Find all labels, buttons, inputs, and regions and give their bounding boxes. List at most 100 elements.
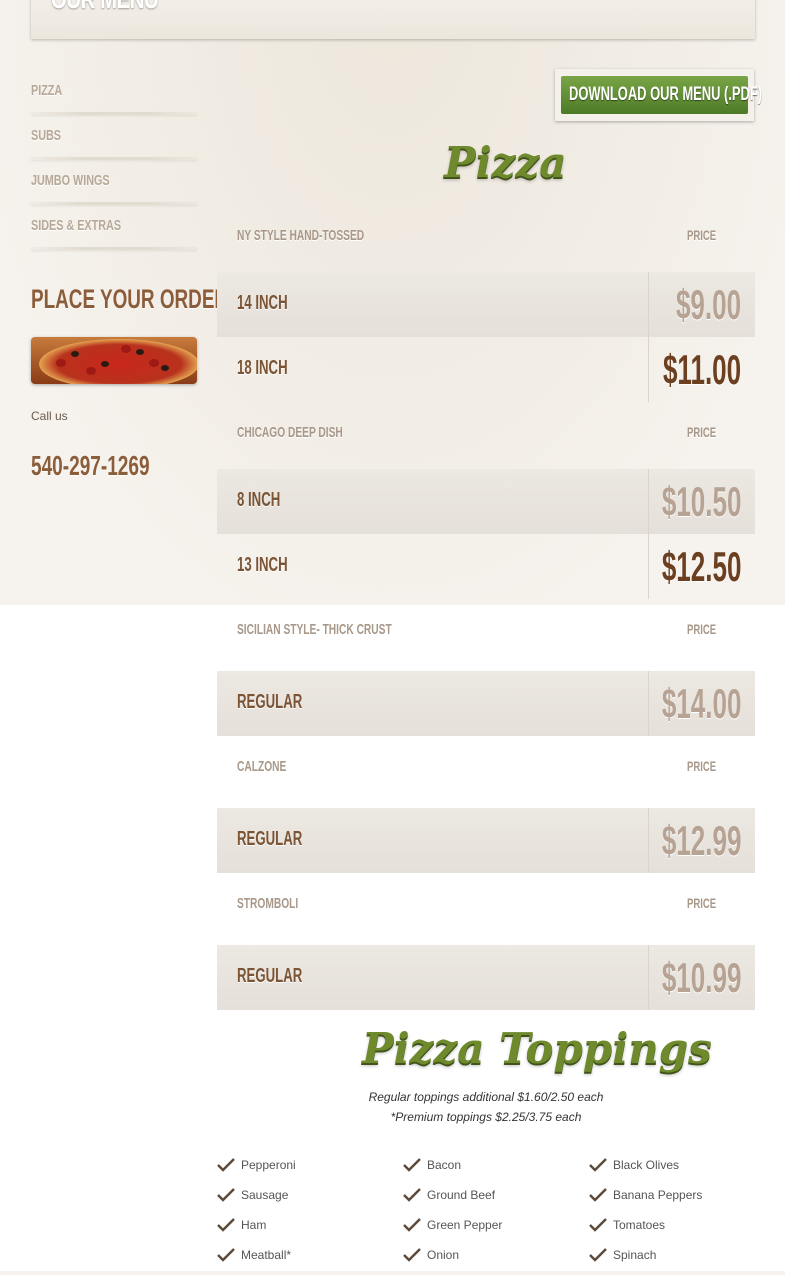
olive [161, 365, 169, 371]
page-header: OUR MENU [31, 0, 755, 39]
olive [101, 361, 109, 367]
menu-row: REGULAR $14.00 [217, 671, 755, 736]
list-item: Ham [217, 1215, 403, 1245]
sidebar-item-pizza[interactable]: PIZZA [31, 70, 197, 115]
toppings-title: Pizza Toppings [362, 1024, 712, 1073]
toppings-note-regular: Regular toppings additional $1.60/2.50 e… [368, 1090, 604, 1104]
toppings-column: Pepperoni Sausage Ham Meatball* [217, 1155, 403, 1275]
sidebar-item-subs[interactable]: SUBS [31, 115, 197, 160]
checkmark-icon [217, 1218, 235, 1232]
menu-row: 8 INCH $10.50 [217, 469, 755, 534]
download-button-frame: DOWNLOAD OUR MENU (.PDF) [555, 69, 762, 121]
topping-name: Green Pepper [427, 1218, 503, 1232]
column-divider [648, 534, 649, 599]
section-name: STROMBOLI [237, 895, 299, 912]
sidebar-item-label: JUMBO WINGS [31, 172, 110, 189]
phone-number[interactable]: 540-297-1269 [31, 450, 150, 482]
list-item: Sausage [217, 1185, 403, 1215]
place-order-heading: PLACE YOUR ORDER [31, 284, 229, 314]
divider [31, 247, 197, 250]
checkmark-icon [589, 1248, 607, 1262]
sidebar-item-label: PIZZA [31, 82, 63, 99]
menu-row: 18 INCH $11.00 [217, 337, 755, 402]
checkmark-icon [403, 1218, 421, 1232]
menu-row: REGULAR $10.99 [217, 945, 755, 1010]
sidebar-item-label: SUBS [31, 127, 62, 144]
toppings-column: Black Olives Banana Peppers Tomatoes Spi… [589, 1155, 775, 1275]
item-size: 8 INCH [237, 489, 281, 511]
section-header: STROMBOLI PRICE [217, 873, 755, 945]
topping-name: Black Olives [613, 1158, 680, 1172]
sidebar-item-label: SIDES & EXTRAS [31, 217, 122, 234]
item-size: 13 INCH [237, 554, 288, 576]
call-us-label: Call us [31, 409, 68, 423]
price-column-label: PRICE [687, 895, 717, 911]
section-header: CHICAGO DEEP DISH PRICE [217, 402, 755, 469]
download-menu-label: DOWNLOAD OUR MENU (.PDF) [569, 84, 763, 105]
topping-name: Pepperoni [241, 1158, 296, 1172]
topping-name: Ground Beef [427, 1188, 496, 1202]
list-item: Pepperoni [217, 1155, 403, 1185]
checkmark-icon [589, 1218, 607, 1232]
toppings-column: Bacon Ground Beef Green Pepper Onion [403, 1155, 589, 1275]
column-divider [648, 337, 649, 402]
topping-name: Ham [241, 1218, 267, 1232]
section-name: CALZONE [237, 758, 287, 775]
column-divider [648, 469, 649, 534]
topping-name: Onion [427, 1248, 460, 1262]
section-header: NY STYLE HAND-TOSSED PRICE [217, 205, 755, 272]
list-item: Black Olives [589, 1155, 775, 1185]
price-column-label: PRICE [687, 227, 717, 243]
sidebar-nav: PIZZA SUBS JUMBO WINGS SIDES & EXTRAS [31, 70, 197, 250]
topping-name: Meatball* [241, 1248, 292, 1262]
section-header: SICILIAN STYLE- THICK CRUST PRICE [217, 599, 755, 671]
pepperoni [56, 359, 66, 367]
topping-name: Spinach [613, 1248, 657, 1262]
price-column-label: PRICE [687, 758, 717, 774]
checkmark-icon [589, 1188, 607, 1202]
download-menu-button[interactable]: DOWNLOAD OUR MENU (.PDF) [561, 76, 762, 114]
page-title: OUR MENU [51, 0, 159, 15]
list-item: Ground Beef [403, 1185, 589, 1215]
item-price: $14.00 [661, 680, 741, 727]
item-price: $10.99 [661, 954, 741, 1001]
item-price: $11.00 [662, 346, 741, 393]
pepperoni [86, 367, 96, 375]
checkmark-icon [403, 1188, 421, 1202]
checkmark-icon [589, 1158, 607, 1172]
pizza-image[interactable] [31, 337, 197, 384]
column-divider [648, 671, 649, 736]
list-item: Banana Peppers [589, 1185, 775, 1215]
menu-row: 14 INCH $9.00 [217, 272, 755, 337]
item-price: $12.50 [661, 543, 741, 590]
list-item: Bacon [403, 1155, 589, 1185]
item-size: REGULAR [237, 965, 303, 987]
topping-name: Tomatoes [613, 1218, 666, 1232]
item-price: $10.50 [661, 478, 741, 525]
toppings-note-premium: *Premium toppings $2.25/3.75 each [390, 1110, 582, 1124]
item-price: $9.00 [675, 281, 741, 328]
pizza-menu-table: NY STYLE HAND-TOSSED PRICE 14 INCH $9.00… [217, 205, 755, 1010]
list-item: Tomatoes [589, 1215, 775, 1245]
topping-name: Banana Peppers [613, 1188, 703, 1202]
checkmark-icon [403, 1248, 421, 1262]
item-size: 14 INCH [237, 292, 288, 314]
item-size: 18 INCH [237, 357, 288, 379]
column-divider [648, 272, 649, 337]
topping-name: Bacon [427, 1158, 462, 1172]
checkmark-icon [217, 1158, 235, 1172]
column-divider [648, 808, 649, 873]
pizza-section-title: Pizza [444, 138, 567, 187]
checkmark-icon [217, 1188, 235, 1202]
sidebar-item-jumbo-wings[interactable]: JUMBO WINGS [31, 160, 197, 205]
olive [136, 349, 144, 355]
price-column-label: PRICE [687, 621, 717, 637]
olive [71, 351, 79, 357]
item-size: REGULAR [237, 691, 303, 713]
sidebar-item-sides-extras[interactable]: SIDES & EXTRAS [31, 205, 197, 250]
list-item: Green Pepper [403, 1215, 589, 1245]
item-price: $12.99 [661, 817, 741, 864]
section-name: SICILIAN STYLE- THICK CRUST [237, 621, 392, 638]
checkmark-icon [217, 1248, 235, 1262]
pepperoni [149, 359, 159, 367]
